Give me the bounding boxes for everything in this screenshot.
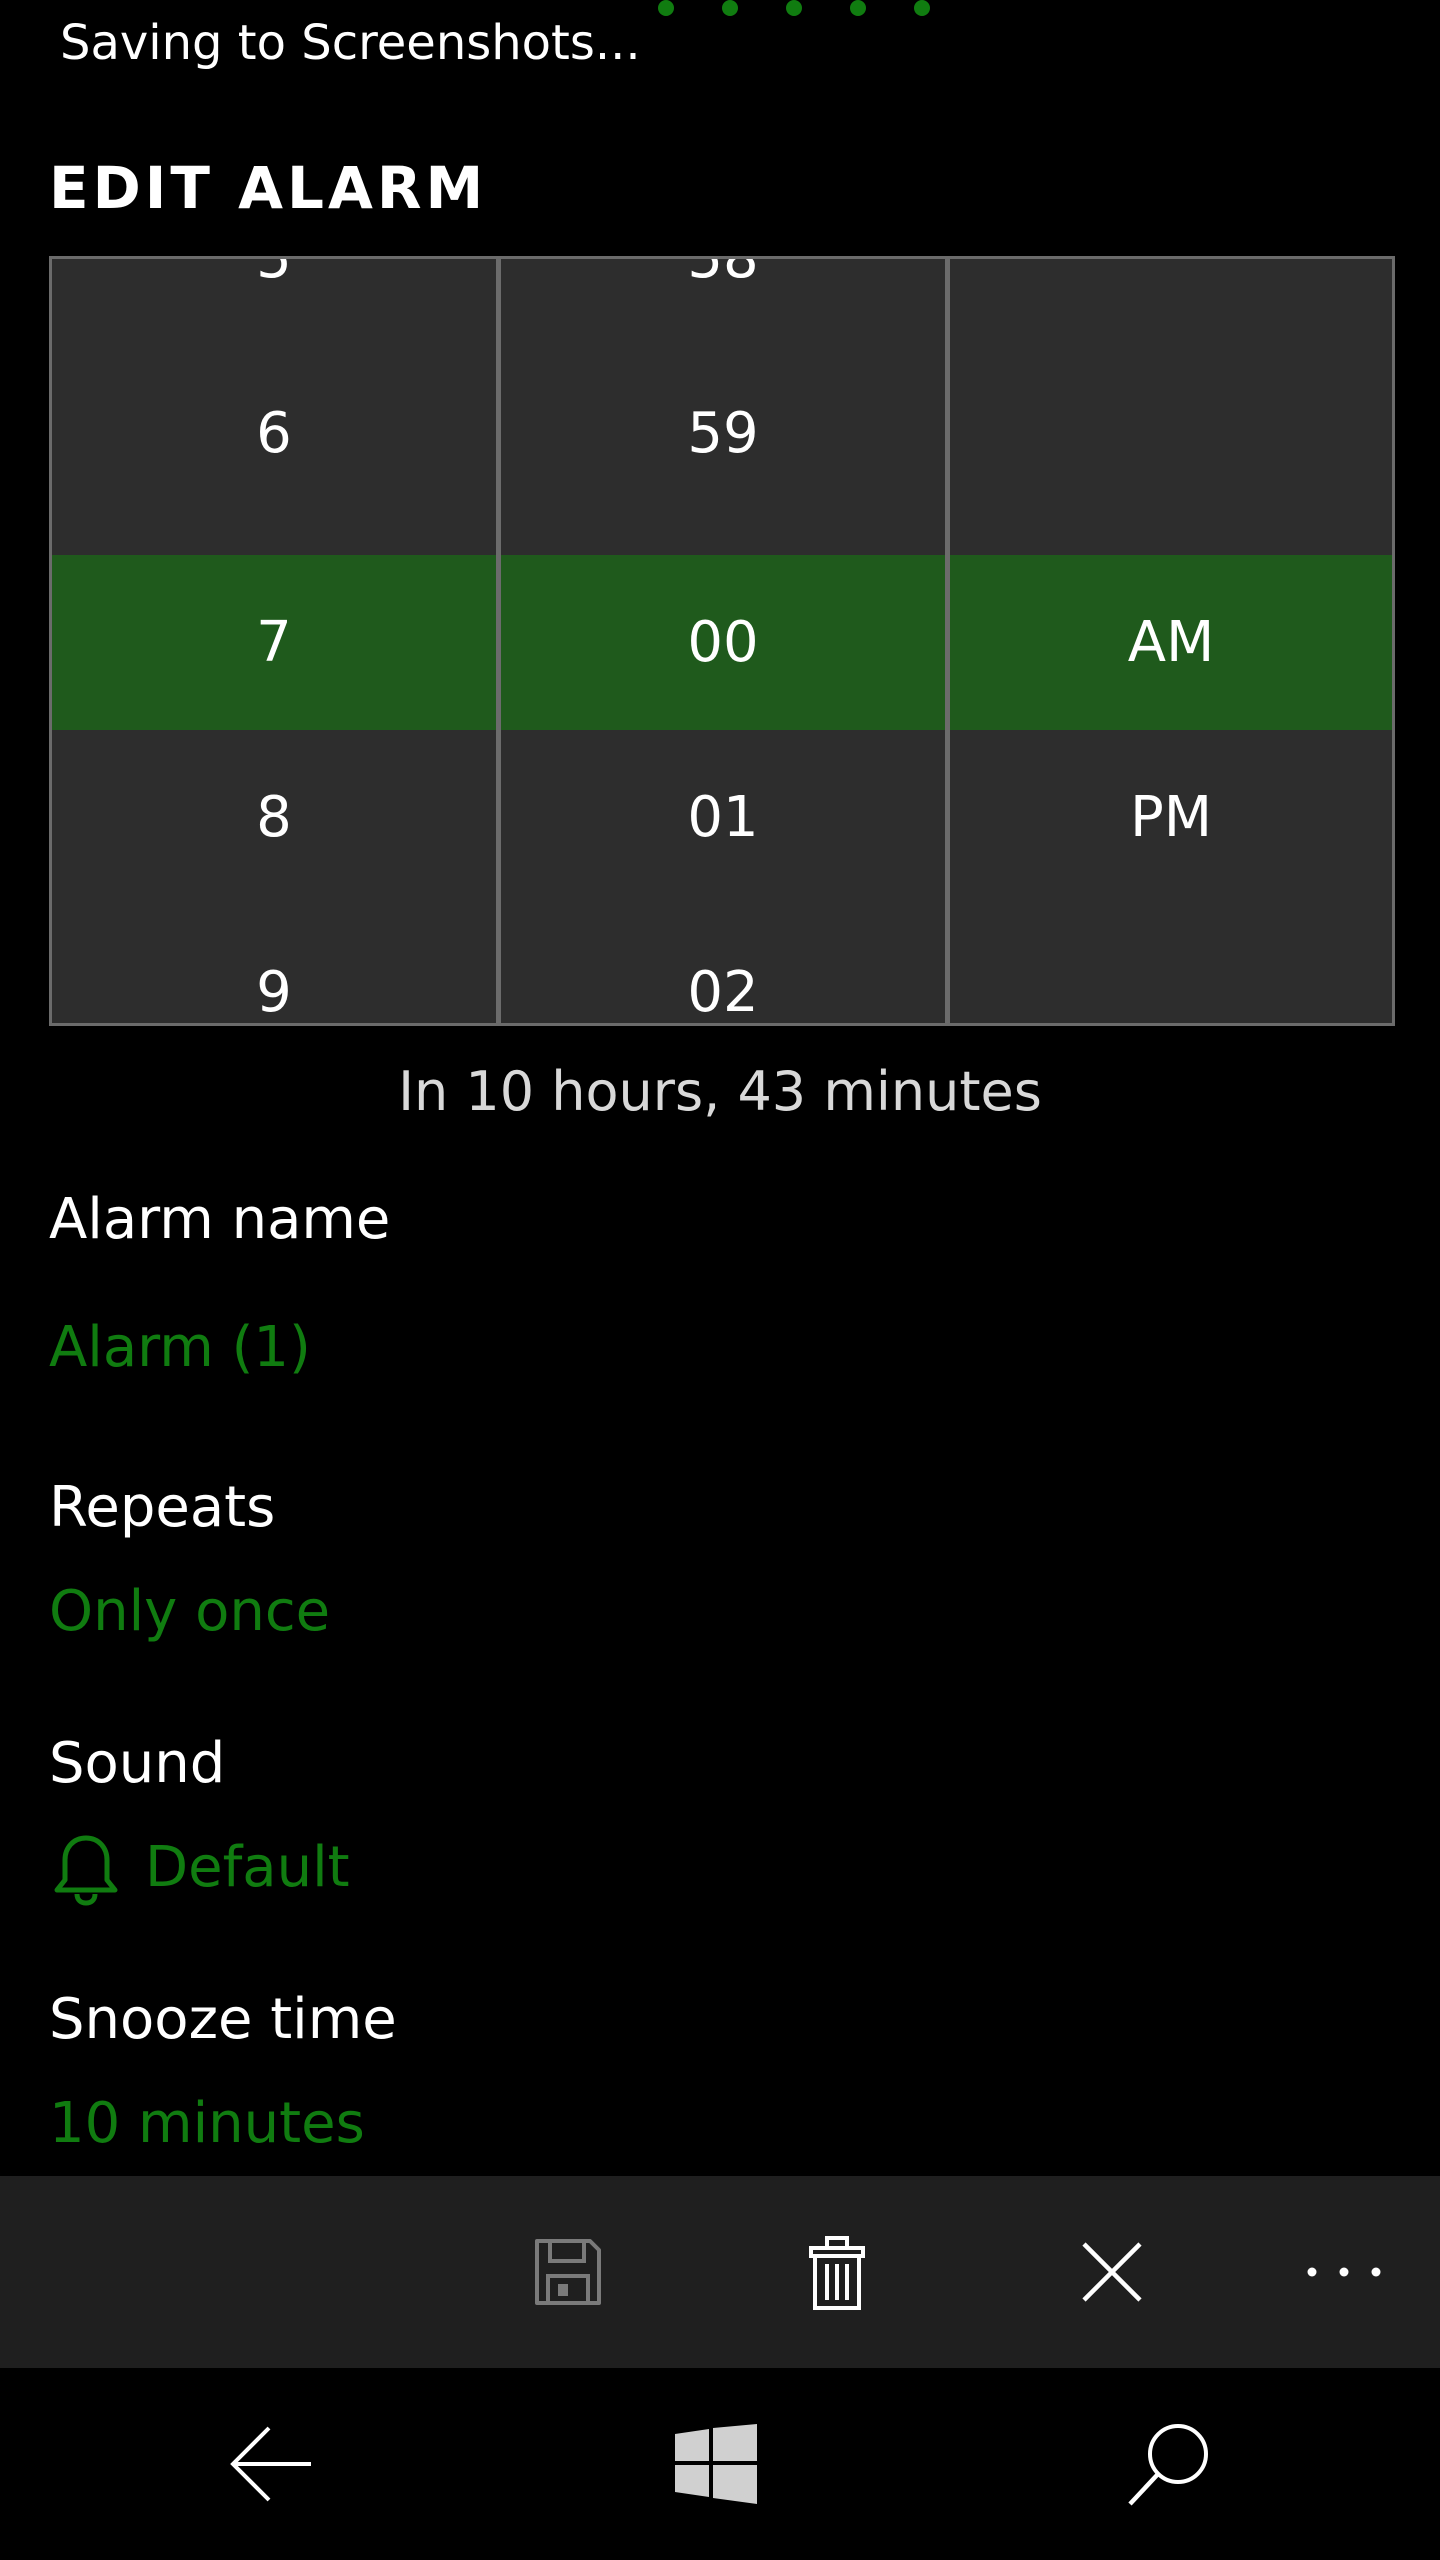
repeats-selector[interactable]: Only once <box>49 1574 330 1650</box>
minute-column[interactable]: 58 59 00 01 02 <box>501 259 945 1023</box>
status-message: Saving to Screenshots... <box>60 15 641 71</box>
sound-value: Default <box>145 1835 350 1900</box>
progress-dot <box>914 0 930 16</box>
progress-dot <box>850 0 866 16</box>
search-button[interactable] <box>1108 2404 1228 2524</box>
page-title: EDIT ALARM <box>49 154 488 222</box>
windows-logo-icon <box>675 2424 757 2504</box>
time-picker[interactable]: 5 6 7 8 9 58 59 00 01 02 AM PM <box>49 256 1395 1026</box>
close-icon <box>1082 2242 1142 2302</box>
back-arrow-icon <box>230 2426 311 2502</box>
search-icon <box>1128 2424 1208 2506</box>
minute-option[interactable]: 02 <box>501 905 945 1023</box>
progress-dot <box>658 0 674 16</box>
trash-icon <box>809 2236 865 2310</box>
hour-option[interactable]: 9 <box>52 905 496 1023</box>
period-option[interactable]: PM <box>950 730 1392 905</box>
hour-option-selected[interactable]: 7 <box>52 555 496 730</box>
period-column[interactable]: AM PM <box>950 259 1392 1023</box>
minute-option[interactable]: 59 <box>501 346 945 521</box>
hour-column[interactable]: 5 6 7 8 9 <box>52 259 496 1023</box>
cancel-button[interactable] <box>1052 2212 1172 2332</box>
navigation-bar <box>0 2368 1440 2560</box>
progress-dot <box>786 0 802 16</box>
hour-option[interactable]: 6 <box>52 346 496 521</box>
alarm-name-field[interactable]: Alarm (1) <box>49 1310 311 1386</box>
more-button[interactable] <box>1284 2212 1404 2332</box>
bell-icon <box>54 1833 118 1906</box>
back-button[interactable] <box>212 2404 332 2524</box>
repeats-label: Repeats <box>49 1475 276 1540</box>
minute-option-selected[interactable]: 00 <box>501 555 945 730</box>
alarm-name-label: Alarm name <box>49 1187 391 1252</box>
delete-button[interactable] <box>777 2212 897 2332</box>
period-option[interactable] <box>950 259 1392 346</box>
hour-option[interactable]: 5 <box>52 259 496 346</box>
snooze-selector[interactable]: 10 minutes <box>49 2086 365 2162</box>
snooze-label: Snooze time <box>49 1987 397 2052</box>
sound-selector[interactable]: Default <box>49 1830 350 1906</box>
period-option[interactable] <box>950 346 1392 521</box>
progress-dot <box>722 0 738 16</box>
minute-option[interactable]: 58 <box>501 259 945 346</box>
period-option-selected[interactable]: AM <box>950 555 1392 730</box>
hour-option[interactable]: 8 <box>52 730 496 905</box>
save-icon <box>535 2239 601 2305</box>
minute-option[interactable]: 01 <box>501 730 945 905</box>
more-icon <box>1307 2267 1381 2277</box>
time-until-alarm: In 10 hours, 43 minutes <box>398 1060 1042 1123</box>
period-option[interactable] <box>950 905 1392 1023</box>
sound-label: Sound <box>49 1731 226 1796</box>
save-button[interactable] <box>508 2212 628 2332</box>
app-bar <box>0 2176 1440 2368</box>
start-button[interactable] <box>656 2404 776 2524</box>
progress-indicator <box>658 0 938 20</box>
